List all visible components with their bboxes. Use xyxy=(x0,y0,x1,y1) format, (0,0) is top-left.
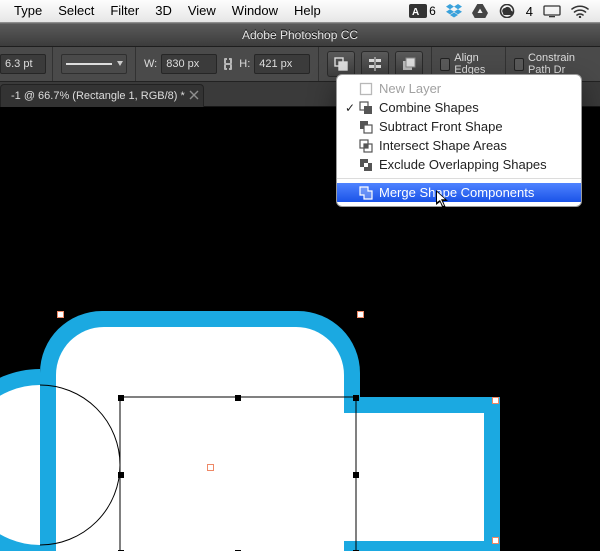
constrain-path-checkbox[interactable] xyxy=(514,58,524,71)
stroke-width-field[interactable]: 6.3 pt xyxy=(0,54,46,74)
constrain-path-label: Constrain Path Dr xyxy=(528,52,592,76)
menu-exclude[interactable]: Exclude Overlapping Shapes xyxy=(337,155,581,174)
menu-item-label: Combine Shapes xyxy=(379,100,479,115)
menu-item-label: New Layer xyxy=(379,81,441,96)
menu-new-layer: New Layer xyxy=(337,79,581,98)
document-tab-label: -1 @ 66.7% (Rectangle 1, RGB/8) * xyxy=(11,90,185,102)
menu-item-label: Exclude Overlapping Shapes xyxy=(379,157,547,172)
menu-combine-shapes[interactable]: ✓ Combine Shapes xyxy=(337,98,581,117)
dropbox-icon[interactable] xyxy=(441,4,467,18)
align-edges-checkbox[interactable] xyxy=(440,58,450,71)
menu-type[interactable]: Type xyxy=(6,0,50,22)
svg-text:A: A xyxy=(412,7,419,18)
menu-intersect[interactable]: Intersect Shape Areas xyxy=(337,136,581,155)
align-edges-label: Align Edges xyxy=(454,52,497,76)
width-field[interactable]: 830 px xyxy=(161,54,217,74)
menu-merge-shape-components[interactable]: Merge Shape Components xyxy=(337,183,581,202)
adobe-notify-icon[interactable]: A 6 xyxy=(404,4,441,18)
menu-item-label: Subtract Front Shape xyxy=(379,119,503,134)
app-titlebar: Adobe Photoshop CC xyxy=(0,23,600,47)
menu-help[interactable]: Help xyxy=(286,0,329,22)
height-label: H: xyxy=(239,58,250,70)
menu-item-label: Intersect Shape Areas xyxy=(379,138,507,153)
menu-3d[interactable]: 3D xyxy=(147,0,180,22)
mac-menubar: Type Select Filter 3D View Window Help A… xyxy=(0,0,600,23)
close-tab-icon[interactable] xyxy=(189,90,199,100)
check-icon: ✓ xyxy=(343,101,357,115)
height-field[interactable]: 421 px xyxy=(254,54,310,74)
shape-layer[interactable] xyxy=(0,287,540,551)
menu-window[interactable]: Window xyxy=(224,0,286,22)
new-layer-icon xyxy=(359,82,373,96)
menu-view[interactable]: View xyxy=(180,0,224,22)
path-operations-menu: New Layer ✓ Combine Shapes Subtract Fron… xyxy=(336,74,582,207)
adobe-notify-count: 6 xyxy=(429,4,436,18)
menu-item-label: Merge Shape Components xyxy=(379,185,534,200)
creative-cloud-icon[interactable] xyxy=(493,4,521,18)
menu-extra-digit: 4 xyxy=(521,4,538,19)
intersect-icon xyxy=(359,139,373,153)
menu-separator xyxy=(337,178,581,179)
google-drive-icon[interactable] xyxy=(467,4,493,18)
app-title: Adobe Photoshop CC xyxy=(242,28,358,42)
merge-icon xyxy=(359,186,373,200)
stroke-style-field[interactable] xyxy=(61,54,127,74)
exclude-icon xyxy=(359,158,373,172)
display-icon[interactable] xyxy=(538,4,566,18)
width-label: W: xyxy=(144,58,157,70)
menu-select[interactable]: Select xyxy=(50,0,102,22)
combine-icon xyxy=(359,101,373,115)
link-wh-icon[interactable] xyxy=(221,56,235,72)
subtract-icon xyxy=(359,120,373,134)
wifi-icon[interactable] xyxy=(566,4,594,18)
menu-filter[interactable]: Filter xyxy=(102,0,147,22)
document-tab[interactable]: -1 @ 66.7% (Rectangle 1, RGB/8) * xyxy=(0,84,204,107)
menu-subtract-front[interactable]: Subtract Front Shape xyxy=(337,117,581,136)
